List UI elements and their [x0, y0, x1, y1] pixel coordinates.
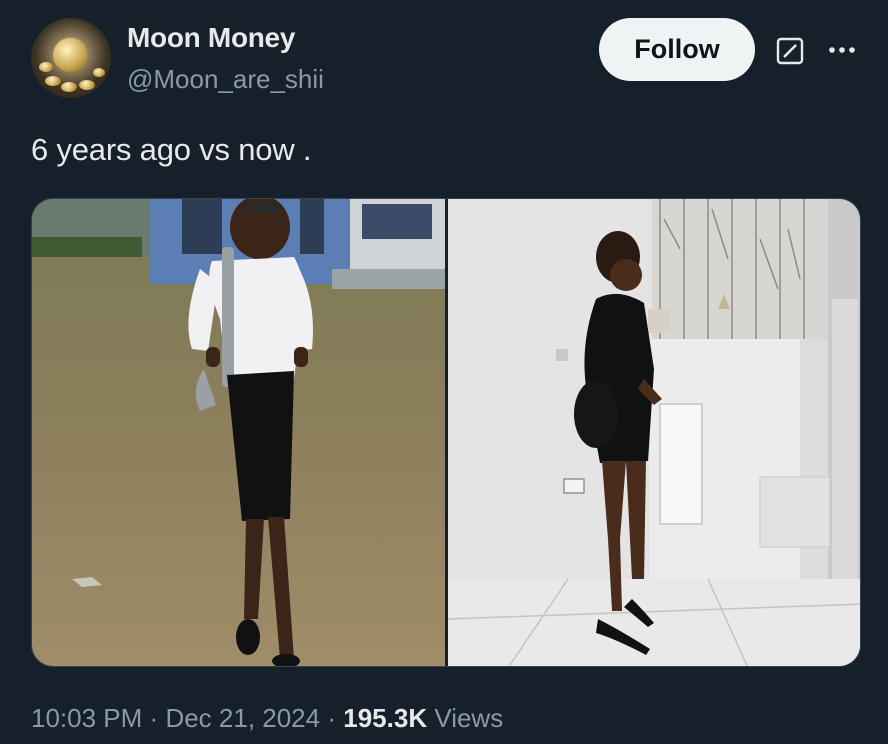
- grok-icon[interactable]: [776, 37, 804, 65]
- avatar-coin-stack: [53, 38, 87, 72]
- media-grid: [31, 198, 861, 667]
- display-name[interactable]: Moon Money: [127, 22, 295, 54]
- avatar[interactable]: [31, 18, 111, 98]
- avatar-coin: [61, 82, 77, 92]
- photo-after[interactable]: [448, 199, 860, 666]
- separator: ·: [149, 703, 159, 733]
- avatar-coin: [79, 80, 95, 90]
- avatar-coin: [93, 68, 105, 77]
- tweet-text: 6 years ago vs now .: [31, 132, 312, 167]
- avatar-coin: [39, 62, 53, 72]
- views-count[interactable]: 195.3K: [343, 703, 427, 733]
- photo-before-image: [32, 199, 445, 666]
- separator: ·: [327, 703, 337, 733]
- tweet-date[interactable]: Dec 21, 2024: [165, 703, 320, 733]
- more-options-icon[interactable]: [826, 36, 858, 64]
- photo-after-image: [448, 199, 860, 666]
- avatar-coin: [45, 76, 61, 86]
- tweet-time[interactable]: 10:03 PM: [31, 703, 142, 733]
- views-label: Views: [434, 703, 504, 733]
- tweet-metadata: 10:03 PM · Dec 21, 2024 · 195.3K Views: [31, 703, 503, 734]
- follow-button[interactable]: Follow: [599, 18, 755, 81]
- photo-before[interactable]: [32, 199, 445, 666]
- user-handle[interactable]: @Moon_are_shii: [127, 64, 324, 95]
